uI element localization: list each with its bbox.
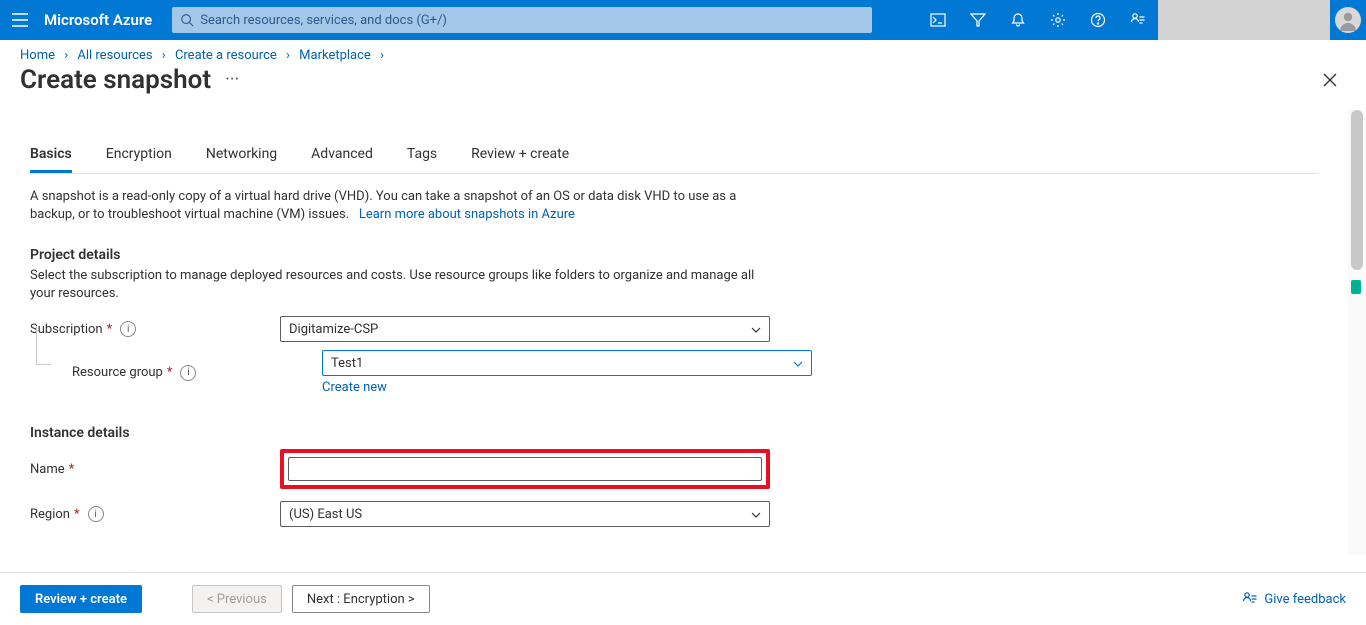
create-new-link[interactable]: Create new <box>322 380 387 395</box>
tab-advanced[interactable]: Advanced <box>311 140 373 173</box>
description: A snapshot is a read-only copy of a virt… <box>30 188 760 223</box>
page-header: Create snapshot ··· <box>0 65 1366 99</box>
help-icon[interactable] <box>1078 0 1118 40</box>
name-label: Name <box>30 462 65 477</box>
region-label: Region <box>30 507 70 522</box>
breadcrumb: Home › All resources › Create a resource… <box>0 40 1366 65</box>
next-button[interactable]: Next : Encryption > <box>292 585 430 613</box>
chevron-down-icon <box>751 324 761 334</box>
info-icon[interactable]: i <box>180 365 196 381</box>
name-input-highlight <box>280 449 770 489</box>
required-indicator: * <box>69 462 75 477</box>
section-project-sub: Select the subscription to manage deploy… <box>30 267 760 302</box>
chevron-right-icon: › <box>64 48 68 63</box>
info-icon[interactable]: i <box>88 506 104 522</box>
search-icon <box>180 13 194 27</box>
page-title: Create snapshot <box>20 65 211 95</box>
scrollbar-marker[interactable] <box>1351 280 1361 294</box>
more-icon[interactable]: ··· <box>225 71 239 89</box>
tab-review-create[interactable]: Review + create <box>471 140 569 173</box>
directory-filter-icon[interactable] <box>958 0 998 40</box>
tab-tags[interactable]: Tags <box>407 140 437 173</box>
close-icon[interactable] <box>1316 66 1344 94</box>
subscription-select[interactable]: Digitamize-CSP <box>280 316 770 342</box>
form-area: Basics Encryption Networking Advanced Ta… <box>0 110 1348 555</box>
info-icon[interactable]: i <box>120 321 136 337</box>
cloud-shell-icon[interactable] <box>918 0 958 40</box>
footer-bar: Review + create < Previous Next : Encryp… <box>0 572 1366 625</box>
required-indicator: * <box>74 507 80 522</box>
feedback-icon <box>1242 591 1258 607</box>
tab-networking[interactable]: Networking <box>206 140 277 173</box>
chevron-right-icon: › <box>380 48 384 63</box>
search-placeholder: Search resources, services, and docs (G+… <box>200 13 447 28</box>
give-feedback-label: Give feedback <box>1264 592 1346 607</box>
section-project-title: Project details <box>30 247 1318 263</box>
brand-label[interactable]: Microsoft Azure <box>40 11 172 29</box>
subscription-value: Digitamize-CSP <box>289 322 378 337</box>
region-value: (US) East US <box>289 507 362 522</box>
feedback-icon[interactable] <box>1118 0 1158 40</box>
tab-encryption[interactable]: Encryption <box>106 140 172 173</box>
crumb-marketplace[interactable]: Marketplace <box>299 48 371 63</box>
review-create-button[interactable]: Review + create <box>20 585 142 613</box>
learn-more-link[interactable]: Learn more about snapshots in Azure <box>359 207 575 222</box>
resource-group-label: Resource group <box>72 365 163 380</box>
chevron-right-icon: › <box>286 48 290 63</box>
scrollbar-thumb[interactable] <box>1351 110 1363 270</box>
top-bar: Microsoft Azure Search resources, servic… <box>0 0 1366 40</box>
region-select[interactable]: (US) East US <box>280 501 770 527</box>
avatar[interactable] <box>1330 0 1366 40</box>
search-input[interactable]: Search resources, services, and docs (G+… <box>172 7 872 33</box>
tabs: Basics Encryption Networking Advanced Ta… <box>30 140 1318 174</box>
name-input[interactable] <box>288 457 762 481</box>
account-block[interactable] <box>1158 0 1330 40</box>
required-indicator: * <box>107 322 113 337</box>
settings-icon[interactable] <box>1038 0 1078 40</box>
crumb-home[interactable]: Home <box>20 48 55 63</box>
previous-button: < Previous <box>192 585 282 613</box>
notifications-icon[interactable] <box>998 0 1038 40</box>
chevron-down-icon <box>751 509 761 519</box>
scrollbar[interactable] <box>1348 110 1366 555</box>
give-feedback-link[interactable]: Give feedback <box>1242 591 1346 607</box>
crumb-create-resource[interactable]: Create a resource <box>175 48 277 63</box>
required-indicator: * <box>167 365 173 380</box>
section-instance-title: Instance details <box>30 425 1318 441</box>
resource-group-select[interactable]: Test1 <box>322 350 812 376</box>
menu-icon[interactable] <box>0 0 40 40</box>
resource-group-value: Test1 <box>331 356 363 371</box>
crumb-all-resources[interactable]: All resources <box>77 48 152 63</box>
chevron-right-icon: › <box>162 48 166 63</box>
tab-basics[interactable]: Basics <box>30 140 72 173</box>
top-right-icons <box>918 0 1366 40</box>
chevron-down-icon <box>793 358 803 368</box>
form-wrapper: Basics Encryption Networking Advanced Ta… <box>0 110 1366 555</box>
